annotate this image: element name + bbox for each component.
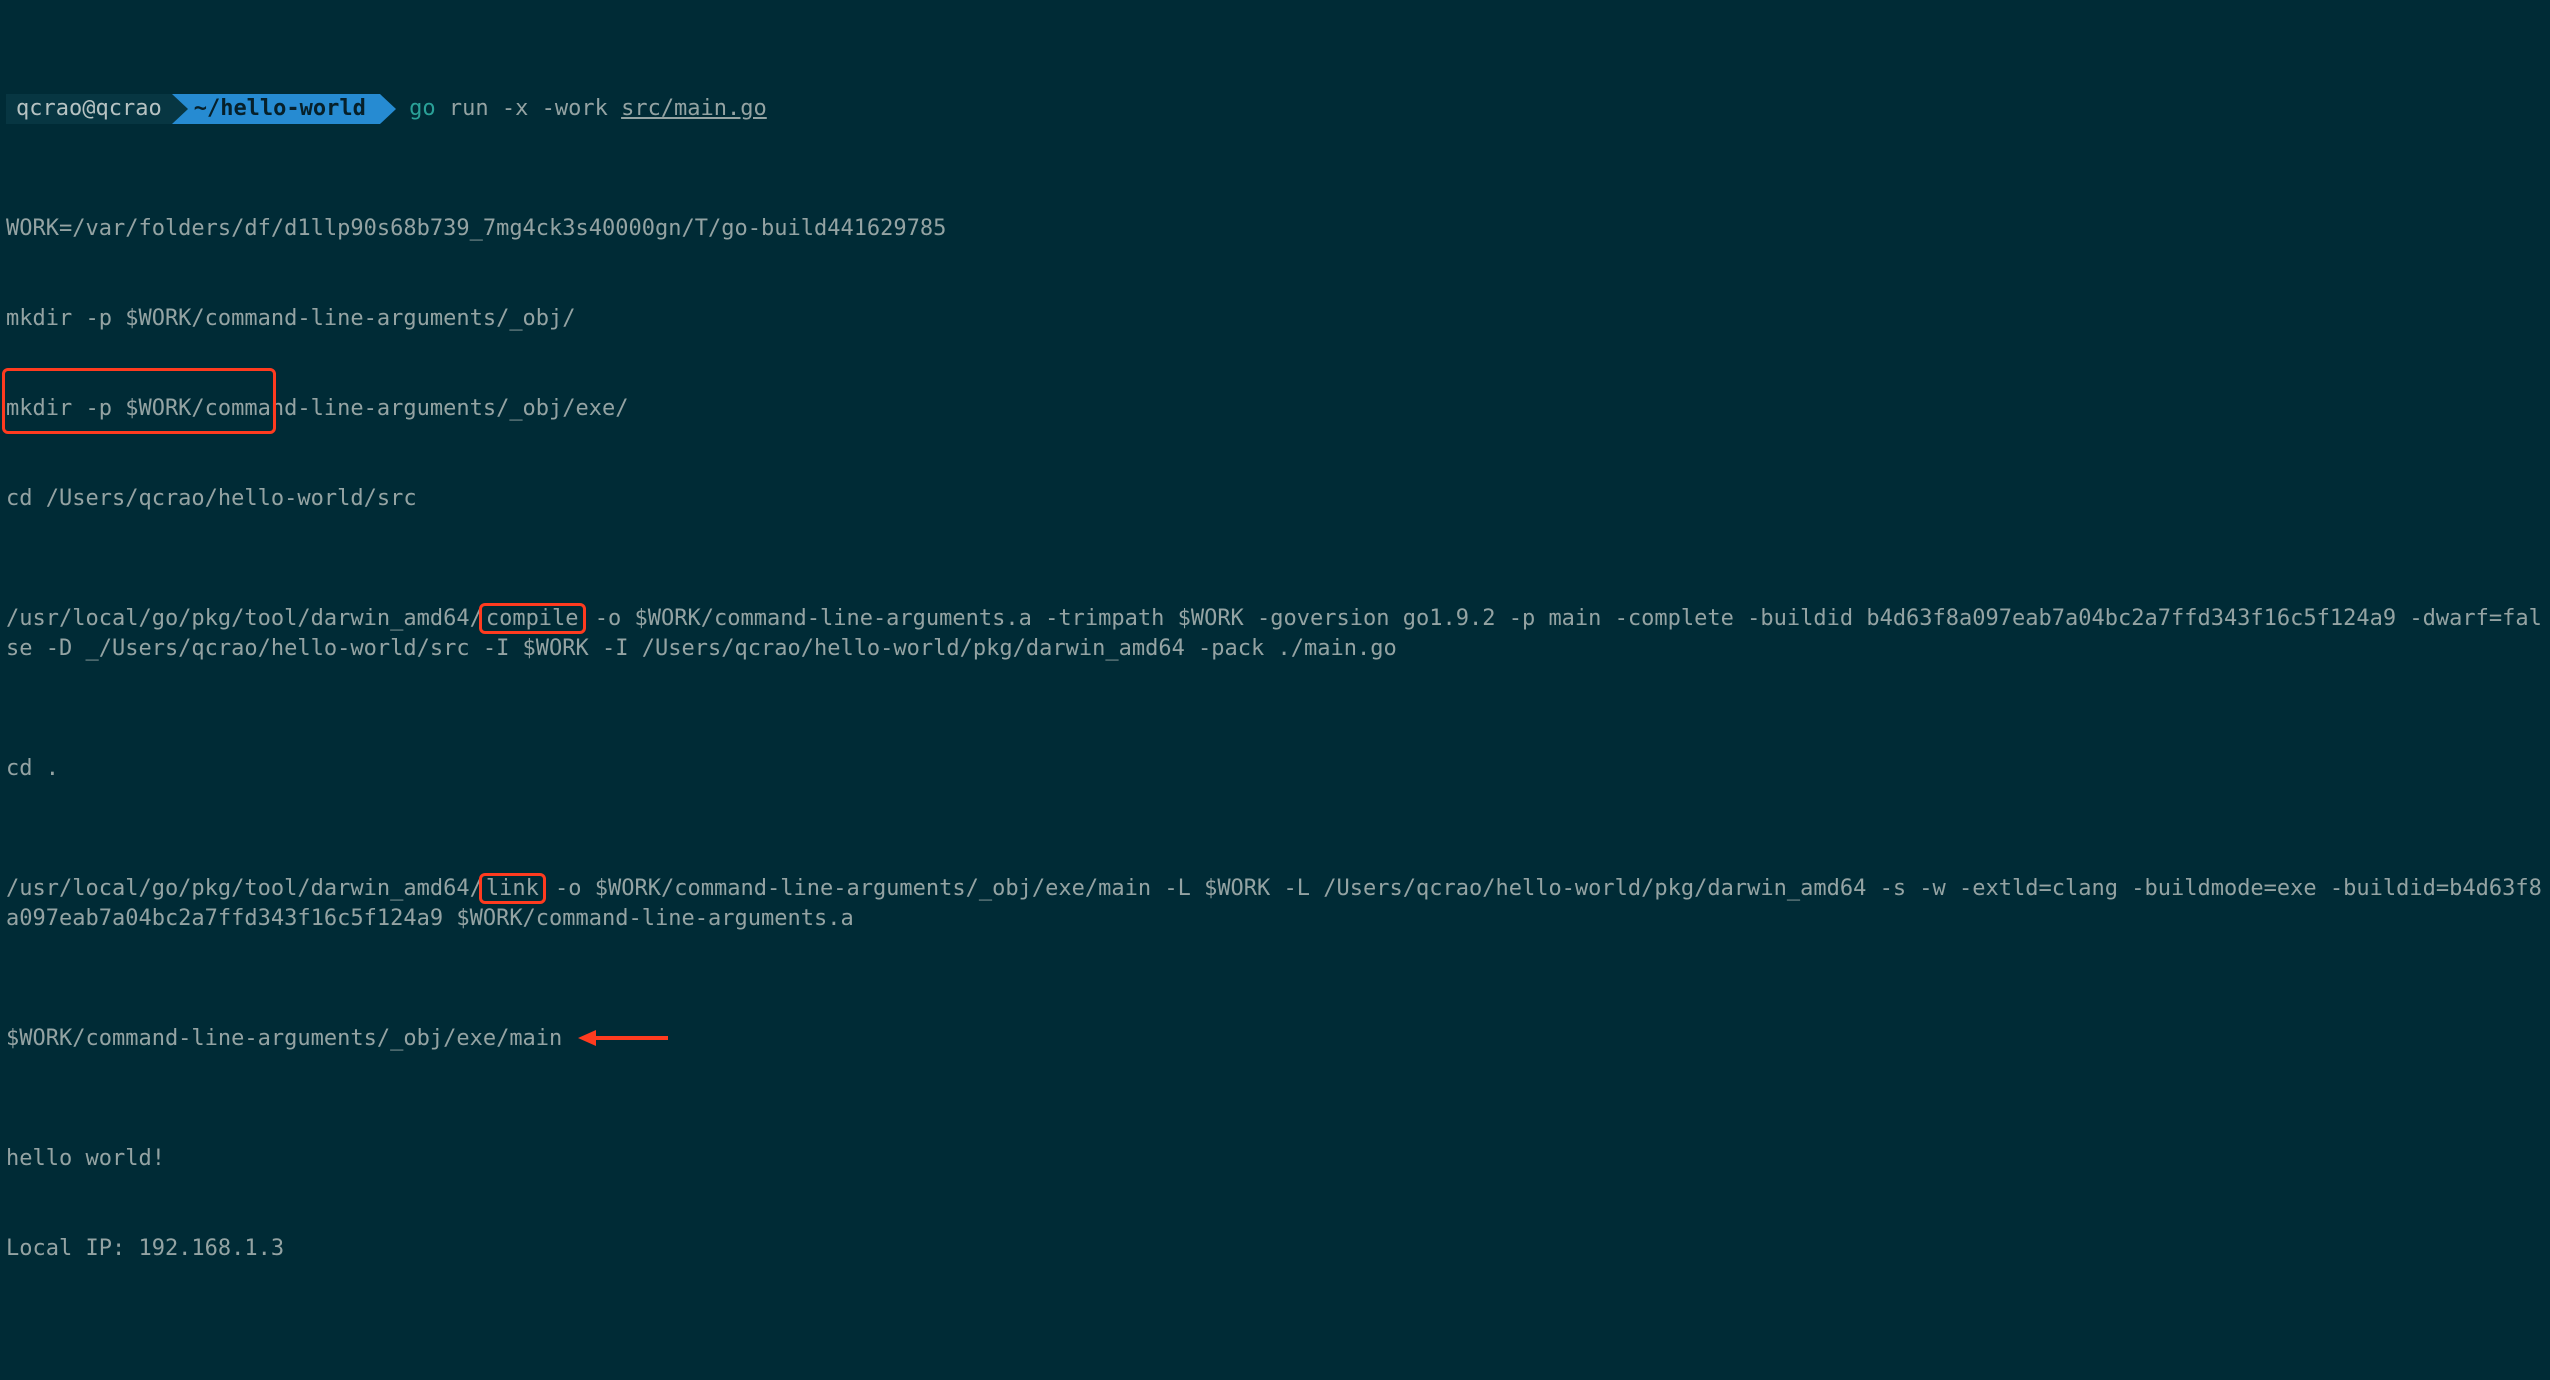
output-line: cd /Users/qcrao/hello-world/src (6, 484, 2544, 514)
prompt-path-arrow-icon (380, 94, 396, 124)
link-prefix: /usr/local/go/pkg/tool/darwin_amd64/ (6, 876, 483, 901)
terminal[interactable]: qcrao@qcrao ~/hello-world go run -x -work… (0, 0, 2550, 1380)
command-file: src/main.go (621, 96, 767, 121)
prompt-path: ~/hello-world (172, 94, 380, 124)
prompt-user: qcrao@qcrao (6, 94, 172, 124)
output-line: mkdir -p $WORK/command-line-arguments/_o… (6, 304, 2544, 334)
command-executable: go (409, 96, 436, 121)
output-line-compile: /usr/local/go/pkg/tool/darwin_amd64/comp… (6, 604, 2544, 664)
prompt-user-arrow-icon (172, 94, 188, 124)
output-line: WORK=/var/folders/df/d1llp90s68b739_7mg4… (6, 214, 2544, 244)
command-args: run -x -work (436, 96, 621, 121)
prompt-user-text: qcrao@qcrao (16, 96, 162, 121)
exec-path: $WORK/command-line-arguments/_obj/exe/ma… (6, 1026, 562, 1051)
output-line-link: /usr/local/go/pkg/tool/darwin_amd64/link… (6, 874, 2544, 934)
highlight-compile: compile (479, 603, 586, 634)
output-line-exec: $WORK/command-line-arguments/_obj/exe/ma… (6, 1024, 2544, 1054)
prompt-path-text: ~/hello-world (194, 96, 366, 121)
output-line: Local IP: 192.168.1.3 (6, 1234, 2544, 1264)
prompt-line: qcrao@qcrao ~/hello-world go run -x -work… (6, 94, 2544, 124)
compile-prefix: /usr/local/go/pkg/tool/darwin_amd64/ (6, 606, 483, 631)
arrow-left-icon (578, 1028, 668, 1048)
highlight-link: link (479, 873, 546, 904)
output-line: cd . (6, 754, 2544, 784)
output-line: mkdir -p $WORK/command-line-arguments/_o… (6, 394, 2544, 424)
output-line: hello world! (6, 1144, 2544, 1174)
